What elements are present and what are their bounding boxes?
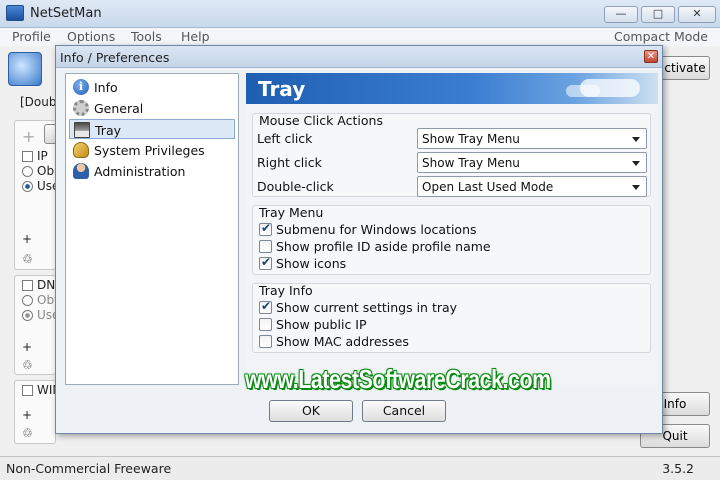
tray-icon	[74, 122, 90, 138]
nav-item-info[interactable]: i Info	[69, 77, 235, 97]
checkbox[interactable]	[259, 299, 272, 314]
dialog-close-button[interactable]: ✕	[644, 50, 658, 63]
dns-use-radio[interactable]	[22, 310, 33, 321]
group-title: Tray Info	[259, 283, 313, 298]
tray-settings-panel: Tray Mouse Click Actions Left click Show…	[246, 73, 658, 385]
mouse-click-actions-group: Mouse Click Actions Left click Show Tray…	[252, 113, 651, 197]
select-value: Show Tray Menu	[422, 132, 520, 146]
nav-item-label: Info	[94, 80, 118, 95]
profile-label: [Doubl	[20, 95, 60, 109]
ip-add-icon[interactable]: +	[22, 232, 32, 246]
gear-icon	[73, 100, 89, 116]
dialog-title: Info / Preferences	[60, 50, 170, 65]
info-icon: i	[73, 79, 89, 95]
checkbox[interactable]	[259, 335, 272, 348]
dns-obtain-radio[interactable]	[22, 295, 33, 306]
network-profile-icon	[8, 52, 42, 86]
checkbox[interactable]	[259, 318, 272, 331]
cloud-decoration	[580, 79, 640, 97]
ip-label: IP	[37, 149, 48, 163]
right-click-select[interactable]: Show Tray Menu	[417, 152, 647, 173]
chevron-down-icon	[632, 185, 640, 190]
minimize-button[interactable]: —	[604, 6, 638, 23]
checkbox-label: Submenu for Windows locations	[276, 222, 477, 237]
ip-obtain-radio[interactable]	[22, 166, 33, 177]
maximize-button[interactable]: □	[641, 6, 675, 23]
select-value: Show Tray Menu	[422, 156, 520, 170]
checkbox[interactable]	[259, 221, 272, 236]
menu-tools[interactable]: Tools	[131, 29, 162, 44]
nav-item-administration[interactable]: Administration	[69, 161, 235, 181]
close-button[interactable]: ✕	[678, 6, 716, 23]
user-icon	[73, 163, 89, 179]
main-titlebar: NetSetMan — □ ✕	[0, 0, 720, 28]
preferences-nav: i Info General Tray System Privileges Ad…	[65, 73, 239, 385]
select-value: Open Last Used Mode	[422, 180, 554, 194]
right-click-label: Right click	[257, 155, 322, 170]
watermark-text: www.LatestSoftwareCrack.com	[245, 364, 551, 394]
checkbox-label: Show icons	[276, 256, 347, 271]
nav-item-system-privileges[interactable]: System Privileges	[69, 140, 235, 160]
tray-info-group: Tray Info Show current settings in tray …	[252, 283, 651, 353]
group-title: Tray Menu	[259, 205, 324, 220]
nav-item-tray[interactable]: Tray	[69, 119, 235, 139]
dialog-titlebar: Info / Preferences ✕	[56, 46, 662, 68]
tray-banner: Tray	[246, 73, 658, 104]
menu-help[interactable]: Help	[181, 29, 210, 44]
ip-obtain-label: Ob	[37, 164, 55, 178]
left-click-select[interactable]: Show Tray Menu	[417, 128, 647, 149]
app-title: NetSetMan	[30, 6, 102, 21]
netsetman-app-icon	[6, 5, 24, 21]
compact-mode-link[interactable]: Compact Mode	[614, 29, 708, 44]
license-status: Non-Commercial Freeware	[6, 461, 172, 476]
group-title: Mouse Click Actions	[259, 113, 383, 128]
nav-item-label: Administration	[94, 164, 186, 179]
ip-refresh-icon[interactable]: ♲	[22, 252, 33, 266]
version-label: 3.5.2	[662, 461, 694, 476]
main-menubar: Profile Options Tools Help Compact Mode	[0, 28, 720, 46]
checkbox-label: Show profile ID aside profile name	[276, 239, 491, 254]
nav-item-label: System Privileges	[94, 143, 205, 158]
ip-use-radio[interactable]	[22, 181, 33, 192]
checkbox-label: Show MAC addresses	[276, 334, 409, 349]
wins-add-icon[interactable]: +	[22, 408, 32, 422]
dns-add-icon[interactable]: +	[22, 340, 32, 354]
ip-checkbox[interactable]	[22, 151, 33, 162]
checkbox-label: Show public IP	[276, 317, 367, 332]
menu-options[interactable]: Options	[67, 29, 115, 44]
wins-checkbox[interactable]	[22, 385, 33, 396]
status-bar: Non-Commercial Freeware 3.5.2	[0, 456, 720, 480]
chevron-down-icon	[632, 161, 640, 166]
nav-item-label: Tray	[95, 123, 121, 138]
double-click-select[interactable]: Open Last Used Mode	[417, 176, 647, 197]
key-icon	[73, 142, 89, 158]
dns-refresh-icon[interactable]: ♲	[22, 358, 33, 372]
checkbox[interactable]	[259, 255, 272, 270]
nav-item-general[interactable]: General	[69, 98, 235, 118]
activate-button[interactable]: ctivate	[660, 56, 710, 80]
menu-profile[interactable]: Profile	[12, 29, 51, 44]
nav-item-label: General	[94, 101, 144, 116]
left-click-label: Left click	[257, 131, 313, 146]
ok-button[interactable]: OK	[269, 400, 353, 422]
double-click-label: Double-click	[257, 179, 334, 194]
tray-menu-group: Tray Menu Submenu for Windows locations …	[252, 205, 651, 275]
cancel-button[interactable]: Cancel	[362, 400, 446, 422]
checkbox-label: Show current settings in tray	[276, 300, 458, 315]
dns-checkbox[interactable]	[22, 280, 33, 291]
add-icon[interactable]: +	[22, 127, 35, 146]
banner-title: Tray	[258, 77, 306, 101]
chevron-down-icon	[632, 137, 640, 142]
wins-refresh-icon[interactable]: ♲	[22, 426, 33, 440]
checkbox[interactable]	[259, 240, 272, 253]
